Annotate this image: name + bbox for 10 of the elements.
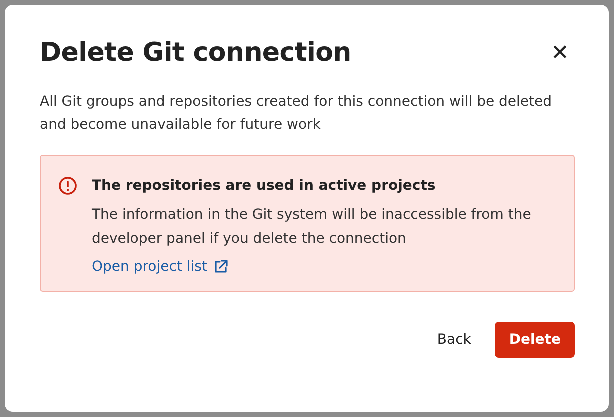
open-project-list-link[interactable]: Open project list bbox=[92, 259, 230, 275]
warning-icon bbox=[58, 176, 78, 196]
external-link-icon bbox=[213, 259, 230, 275]
description: All Git groups and repositories created for this connection will be deleted and become unavailable for future work bbox=[40, 93, 554, 135]
alert-text: The information in the Git system will be inaccessible from the developer panel if you delete the connection bbox=[92, 206, 532, 249]
alert-title: The repositories are used in active projects bbox=[92, 177, 437, 196]
dialog-title: Delete Git connection bbox=[40, 38, 352, 68]
delete-button[interactable]: Delete bbox=[495, 322, 575, 358]
close-button[interactable]: ✕ bbox=[545, 40, 575, 66]
back-button[interactable]: Back bbox=[423, 322, 486, 358]
